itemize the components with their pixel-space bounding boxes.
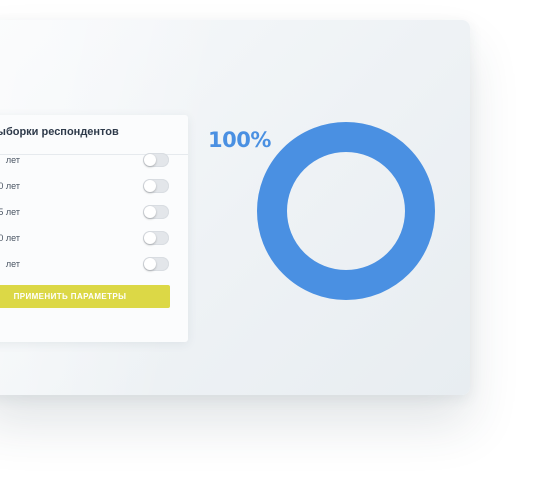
option-row: лет [0,153,180,167]
donut-value-arc [257,122,435,300]
toggle-knob [144,232,156,244]
option-row: 30 лет [0,179,180,193]
option-label: лет [5,259,20,269]
option-row: 50 лет [0,231,180,245]
apply-parameters-button[interactable]: ПРИМЕНИТЬ ПАРАМЕТРЫ [0,285,170,308]
toggle-knob [144,258,156,270]
option-label: 5 лет [0,207,20,217]
option-row: 5 лет [0,205,180,219]
option-label: лет [5,155,20,165]
option-toggle[interactable] [143,179,169,193]
option-toggle[interactable] [143,257,169,271]
option-toggle[interactable] [143,205,169,219]
option-row: лет [0,257,180,271]
toggle-knob [144,180,156,192]
app-window: аметры выборки респондентов лет 30 лет 5… [0,20,470,395]
option-toggle[interactable] [143,153,169,167]
toggle-knob [144,154,156,166]
donut-chart [257,122,435,300]
panel-title: аметры выборки респондентов [0,126,119,138]
option-label: 30 лет [0,181,20,191]
toggle-knob [144,206,156,218]
option-label: 50 лет [0,233,20,243]
option-toggle[interactable] [143,231,169,245]
